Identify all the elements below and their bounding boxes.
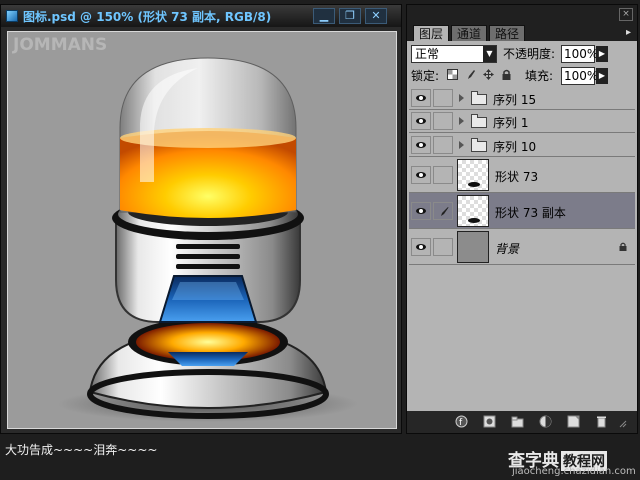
fill-slider-arrow-icon[interactable]: ▶ [596,68,608,84]
blend-opacity-row: 正常 ▼ 不透明度: 100% ▶ [407,43,637,67]
close-icon: ✕ [371,9,381,22]
folder-icon [471,91,487,105]
eye-icon [416,244,426,250]
visibility-toggle[interactable] [411,89,431,107]
layer-thumbnail [457,159,489,191]
shape-thumbnail-icon [468,182,480,187]
lock-all-icon[interactable] [501,69,512,80]
restore-button[interactable]: ❐ [339,8,361,24]
link-cell[interactable] [433,112,453,130]
eye-icon [416,172,426,178]
visibility-toggle[interactable] [411,136,431,154]
adjustment-layer-icon[interactable] [539,415,552,428]
panel-tab-row: 图层 通道 路径 ▸ [407,23,637,41]
caption-text: 大功告成~~~~泪奔~~~~ [5,443,158,457]
lock-icon [619,242,627,251]
eye-icon [416,118,426,124]
layer-thumbnail [457,195,489,227]
new-layer-icon[interactable] [567,415,580,428]
restore-icon: ❐ [345,9,355,22]
folder-icon [471,114,487,128]
link-cell[interactable] [433,238,453,256]
layer-name: 序列 1 [493,116,529,130]
new-group-icon[interactable] [511,415,524,428]
dropdown-arrow-icon: ▼ [483,46,496,62]
layer-row-shape-73[interactable]: 形状 73 [409,157,635,193]
visibility-toggle[interactable] [411,238,431,256]
layers-list: 序列 15 序列 1 序列 10 形状 73 形状 73 副本 背景 [409,87,635,267]
visibility-toggle[interactable] [411,166,431,184]
tab-channels[interactable]: 通道 [451,25,488,41]
tab-paths[interactable]: 路径 [489,25,526,41]
lock-fill-row: 锁定: 填充: 100% ▶ [407,65,637,89]
lock-pixels-brush-icon[interactable] [465,69,476,80]
layers-panel: × 图层 通道 路径 ▸ 正常 ▼ 不透明度: 100% ▶ 锁定: 填充: 1… [406,4,638,434]
expand-triangle-icon[interactable] [459,117,464,125]
tab-layers[interactable]: 图层 [413,25,450,41]
fill-input[interactable]: 100% [561,67,598,85]
layer-thumbnail [457,231,489,263]
folder-icon [471,138,487,152]
layer-name: 序列 15 [493,93,537,107]
layer-style-icon[interactable]: f [455,415,468,428]
panel-close-icon[interactable]: × [619,8,633,21]
close-button[interactable]: ✕ [365,8,387,24]
delete-layer-icon[interactable] [595,415,608,428]
document-window: 图标.psd @ 150% (形状 73 副本, RGB/8) ▁ ❐ ✕ JO… [0,4,402,434]
link-cell[interactable] [433,202,453,220]
layer-row-group-15[interactable]: 序列 15 [409,87,635,110]
lock-label: 锁定: [411,69,440,83]
mask-icon[interactable] [483,415,496,428]
panel-titlebar[interactable]: × [407,5,637,23]
layer-name: 序列 10 [493,140,537,154]
layer-name: 背景 [495,242,520,256]
layer-name: 形状 73 副本 [495,206,566,220]
layer-name: 形状 73 [495,170,539,184]
lock-transparency-icon[interactable] [447,69,458,80]
eye-icon [416,142,426,148]
opacity-label: 不透明度: [503,47,556,61]
eye-icon [416,95,426,101]
photoshop-doc-icon [6,10,18,22]
blend-mode-select[interactable]: 正常 ▼ [411,45,497,63]
eye-icon [416,208,426,214]
document-titlebar[interactable]: 图标.psd @ 150% (形状 73 副本, RGB/8) ▁ ❐ ✕ [1,5,401,27]
opacity-input[interactable]: 100% [561,45,598,63]
blend-mode-value: 正常 [415,47,440,61]
panel-bottom-toolbar: f [407,411,637,433]
resize-grip-icon[interactable] [619,415,627,428]
layer-row-group-1[interactable]: 序列 1 [409,110,635,133]
shape-thumbnail-icon [468,218,480,223]
lock-position-move-icon[interactable] [483,69,494,80]
brush-icon [441,207,449,216]
panel-menu-icon[interactable]: ▸ [626,27,631,38]
link-cell[interactable] [433,166,453,184]
link-cell[interactable] [433,136,453,154]
document-title: 图标.psd @ 150% (形状 73 副本, RGB/8) [23,10,272,24]
visibility-toggle[interactable] [411,202,431,220]
fill-label: 填充: [525,69,554,83]
site-url: jiaocheng.chazidian.com [512,466,636,477]
expand-triangle-icon[interactable] [459,141,464,149]
expand-triangle-icon[interactable] [459,94,464,102]
layer-row-shape-73-copy[interactable]: 形状 73 副本 [409,193,635,229]
minimize-icon: ▁ [319,9,329,22]
link-cell[interactable] [433,89,453,107]
layer-row-background[interactable]: 背景 [409,229,635,265]
visibility-toggle[interactable] [411,112,431,130]
document-canvas[interactable]: JOMMANS [7,31,397,429]
layer-row-group-10[interactable]: 序列 10 [409,133,635,157]
opacity-slider-arrow-icon[interactable]: ▶ [596,46,608,62]
capsule-robot-icon [58,57,358,422]
minimize-button[interactable]: ▁ [313,8,335,24]
